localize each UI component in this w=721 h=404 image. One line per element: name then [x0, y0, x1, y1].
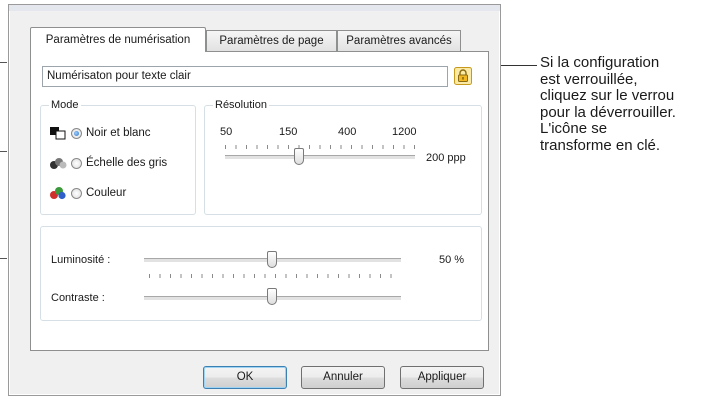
tab-scan-settings[interactable]: Paramètres de numérisation — [30, 27, 206, 52]
resolution-tick-label: 1200 — [392, 126, 417, 138]
resolution-group-title: Résolution — [213, 98, 269, 112]
tab-page-settings[interactable]: Paramètres de page — [206, 30, 337, 51]
contrast-slider-thumb[interactable] — [267, 288, 277, 305]
dialog-title-band — [9, 5, 500, 11]
mode-option-grayscale[interactable]: Échelle des gris — [49, 155, 167, 171]
resolution-tick-label: 150 — [279, 126, 298, 138]
mode-label-black-white: Noir et blanc — [86, 127, 151, 139]
cancel-button[interactable]: Annuler — [301, 366, 385, 389]
edge-mark — [0, 151, 7, 152]
brightness-label: Luminosité : — [51, 254, 111, 266]
mode-group: Mode Noir et blanc Échelle des gris Coul… — [40, 98, 196, 215]
ok-button[interactable]: OK — [203, 366, 287, 389]
resolution-tick-label: 400 — [338, 126, 357, 138]
grayscale-mode-icon — [50, 158, 67, 169]
mode-group-title: Mode — [49, 98, 81, 112]
resolution-slider-track[interactable] — [225, 155, 415, 160]
lock-icon[interactable] — [454, 67, 472, 85]
mode-option-black-white[interactable]: Noir et blanc — [49, 125, 151, 141]
callout-line-6: transforme en clé. — [540, 136, 661, 154]
resolution-group: Résolution 50 150 400 1200 200 ppp — [204, 98, 482, 215]
mode-label-grayscale: Échelle des gris — [86, 157, 168, 169]
resolution-tick-label: 50 — [220, 126, 233, 138]
resolution-slider-thumb[interactable] — [294, 148, 304, 165]
callout-line-2: est verrouillée, — [540, 70, 638, 88]
callout-leader-line — [501, 65, 537, 66]
callout-line-1: Si la configuration — [540, 54, 660, 71]
brightness-value: 50 % — [439, 254, 465, 266]
apply-button[interactable]: Appliquer — [400, 366, 484, 389]
adjustments-group: Luminosité : 50 % Contraste : — [40, 226, 482, 321]
edge-mark — [0, 258, 7, 259]
radio-grayscale[interactable] — [71, 157, 82, 169]
color-mode-icon — [50, 187, 66, 200]
callout-line-4: pour la déverrouiller. — [540, 103, 676, 121]
callout-line-5: L'icône se — [540, 120, 608, 137]
resolution-value: 200 ppp — [426, 152, 466, 164]
mode-option-color[interactable]: Couleur — [49, 185, 126, 201]
callout-line-3: cliquez sur le verrou — [540, 87, 675, 104]
tab-panel-scan-settings: Numérisaton pour texte clair Mode Noir e… — [30, 51, 489, 351]
radio-black-white[interactable] — [71, 127, 82, 139]
resolution-ticks — [225, 145, 415, 149]
black-white-mode-icon — [50, 127, 66, 140]
screen: Paramètres de numérisation Paramètres de… — [0, 0, 721, 404]
contrast-label: Contraste : — [51, 292, 105, 304]
configuration-name-field[interactable]: Numérisaton pour texte clair — [42, 66, 448, 87]
scan-settings-dialog: Paramètres de numérisation Paramètres de… — [8, 4, 501, 396]
edge-mark — [0, 62, 7, 63]
mode-label-color: Couleur — [86, 187, 127, 199]
tab-advanced-settings[interactable]: Paramètres avancés — [337, 30, 461, 51]
adjustment-ticks — [149, 274, 399, 278]
radio-color[interactable] — [71, 187, 82, 199]
lock-callout: Si la configuration est verrouillée, cli… — [540, 54, 720, 154]
brightness-slider-thumb[interactable] — [267, 251, 277, 268]
